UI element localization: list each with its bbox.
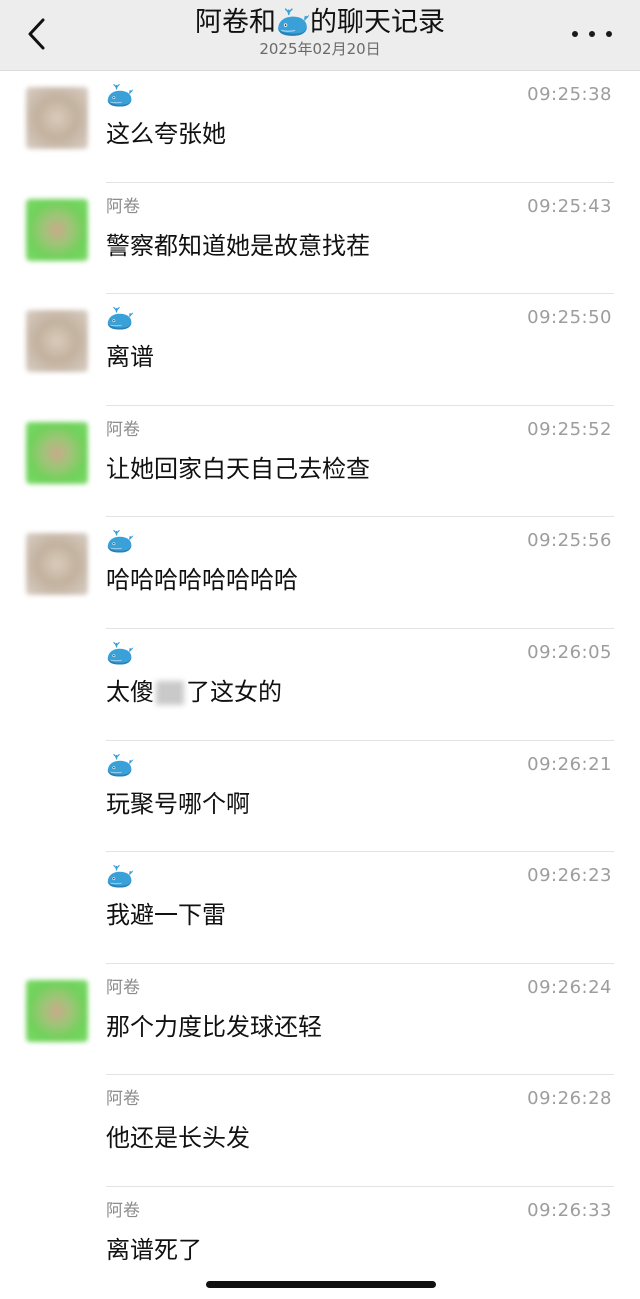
title-prefix: 阿卷和 — [195, 7, 276, 38]
more-options-button[interactable] — [572, 22, 612, 46]
message-text: 警察都知道她是故意找茬 — [106, 231, 370, 260]
back-button[interactable] — [18, 14, 54, 54]
whale-emoji-icon — [276, 8, 310, 38]
message-row[interactable]: 阿卷 09:25:43 警察都知道她是故意找茬 — [0, 183, 640, 295]
message-text: 太傻 了这女的 — [106, 676, 282, 708]
message-row[interactable]: 09:26:23 我避一下雷 — [0, 852, 640, 964]
avatar[interactable] — [26, 533, 88, 596]
sender-name: 阿卷 — [106, 196, 140, 217]
whale-emoji-icon — [106, 864, 134, 890]
message-text: 让她回家白天自己去检查 — [106, 454, 370, 483]
more-dot-icon — [572, 31, 578, 37]
chevron-left-icon — [28, 18, 45, 50]
more-dot-icon — [606, 31, 612, 37]
message-time: 09:26:23 — [527, 865, 612, 887]
message-time: 09:26:24 — [527, 976, 612, 998]
message-text-after: 了这女的 — [186, 677, 282, 706]
sender-name: 阿卷 — [106, 977, 140, 998]
title-block: 阿卷和 的聊天记录 2025年02月20日 — [120, 6, 520, 58]
message-time: 09:25:38 — [527, 84, 612, 105]
message-row[interactable]: 09:25:56 哈哈哈哈哈哈哈哈 — [0, 517, 640, 629]
avatar[interactable] — [26, 421, 88, 484]
message-time: 09:26:28 — [527, 1088, 612, 1110]
message-text: 我避一下雷 — [106, 901, 226, 930]
sender-name: 阿卷 — [106, 1089, 140, 1110]
avatar[interactable] — [26, 310, 88, 373]
message-row[interactable]: 阿卷 09:26:24 那个力度比发球还轻 — [0, 964, 640, 1076]
message-text: 哈哈哈哈哈哈哈哈 — [106, 566, 298, 595]
message-row[interactable]: 09:26:05 太傻 了这女的 — [0, 629, 640, 741]
message-time: 09:25:43 — [527, 195, 612, 217]
censor-blur — [156, 680, 184, 705]
whale-emoji-icon — [106, 83, 134, 109]
whale-emoji-icon — [106, 529, 134, 555]
message-time: 09:26:33 — [527, 1199, 612, 1221]
whale-emoji-icon — [106, 641, 134, 667]
message-time: 09:25:52 — [527, 418, 612, 440]
sender-name: 阿卷 — [106, 419, 140, 440]
message-text: 玩聚号哪个啊 — [106, 789, 250, 818]
avatar[interactable] — [26, 87, 88, 149]
page-title: 阿卷和 的聊天记录 — [195, 6, 445, 40]
message-time: 09:25:56 — [527, 530, 612, 552]
message-text: 离谱死了 — [106, 1235, 202, 1264]
message-text: 离谱 — [106, 343, 154, 372]
whale-emoji-icon — [106, 753, 134, 779]
message-row[interactable]: 09:25:38 这么夸张她 — [0, 71, 640, 183]
message-row[interactable]: 09:25:50 离谱 — [0, 294, 640, 406]
message-text-before: 太傻 — [106, 677, 154, 706]
message-row[interactable]: 09:26:21 玩聚号哪个啊 — [0, 741, 640, 853]
chat-header: 阿卷和 的聊天记录 2025年02月20日 — [0, 0, 640, 71]
message-time: 09:26:21 — [527, 753, 612, 775]
avatar[interactable] — [26, 979, 88, 1042]
message-text: 他还是长头发 — [106, 1124, 250, 1153]
more-dot-icon — [589, 31, 595, 37]
message-time: 09:26:05 — [527, 641, 612, 663]
message-text: 这么夸张她 — [106, 120, 226, 148]
chat-date: 2025年02月20日 — [259, 40, 381, 58]
avatar[interactable] — [26, 198, 88, 261]
sender-name: 阿卷 — [106, 1200, 140, 1221]
message-row[interactable]: 阿卷 09:25:52 让她回家白天自己去检查 — [0, 406, 640, 518]
message-time: 09:25:50 — [527, 307, 612, 329]
home-indicator[interactable] — [206, 1281, 436, 1288]
message-text: 那个力度比发球还轻 — [106, 1012, 322, 1041]
whale-emoji-icon — [106, 306, 134, 332]
message-list[interactable]: 09:25:38 这么夸张她 阿卷 09:25:43 警察都知道她是故意找茬 0… — [0, 71, 640, 1299]
message-row[interactable]: 阿卷 09:26:28 他还是长头发 — [0, 1075, 640, 1187]
title-suffix: 的聊天记录 — [310, 7, 445, 38]
